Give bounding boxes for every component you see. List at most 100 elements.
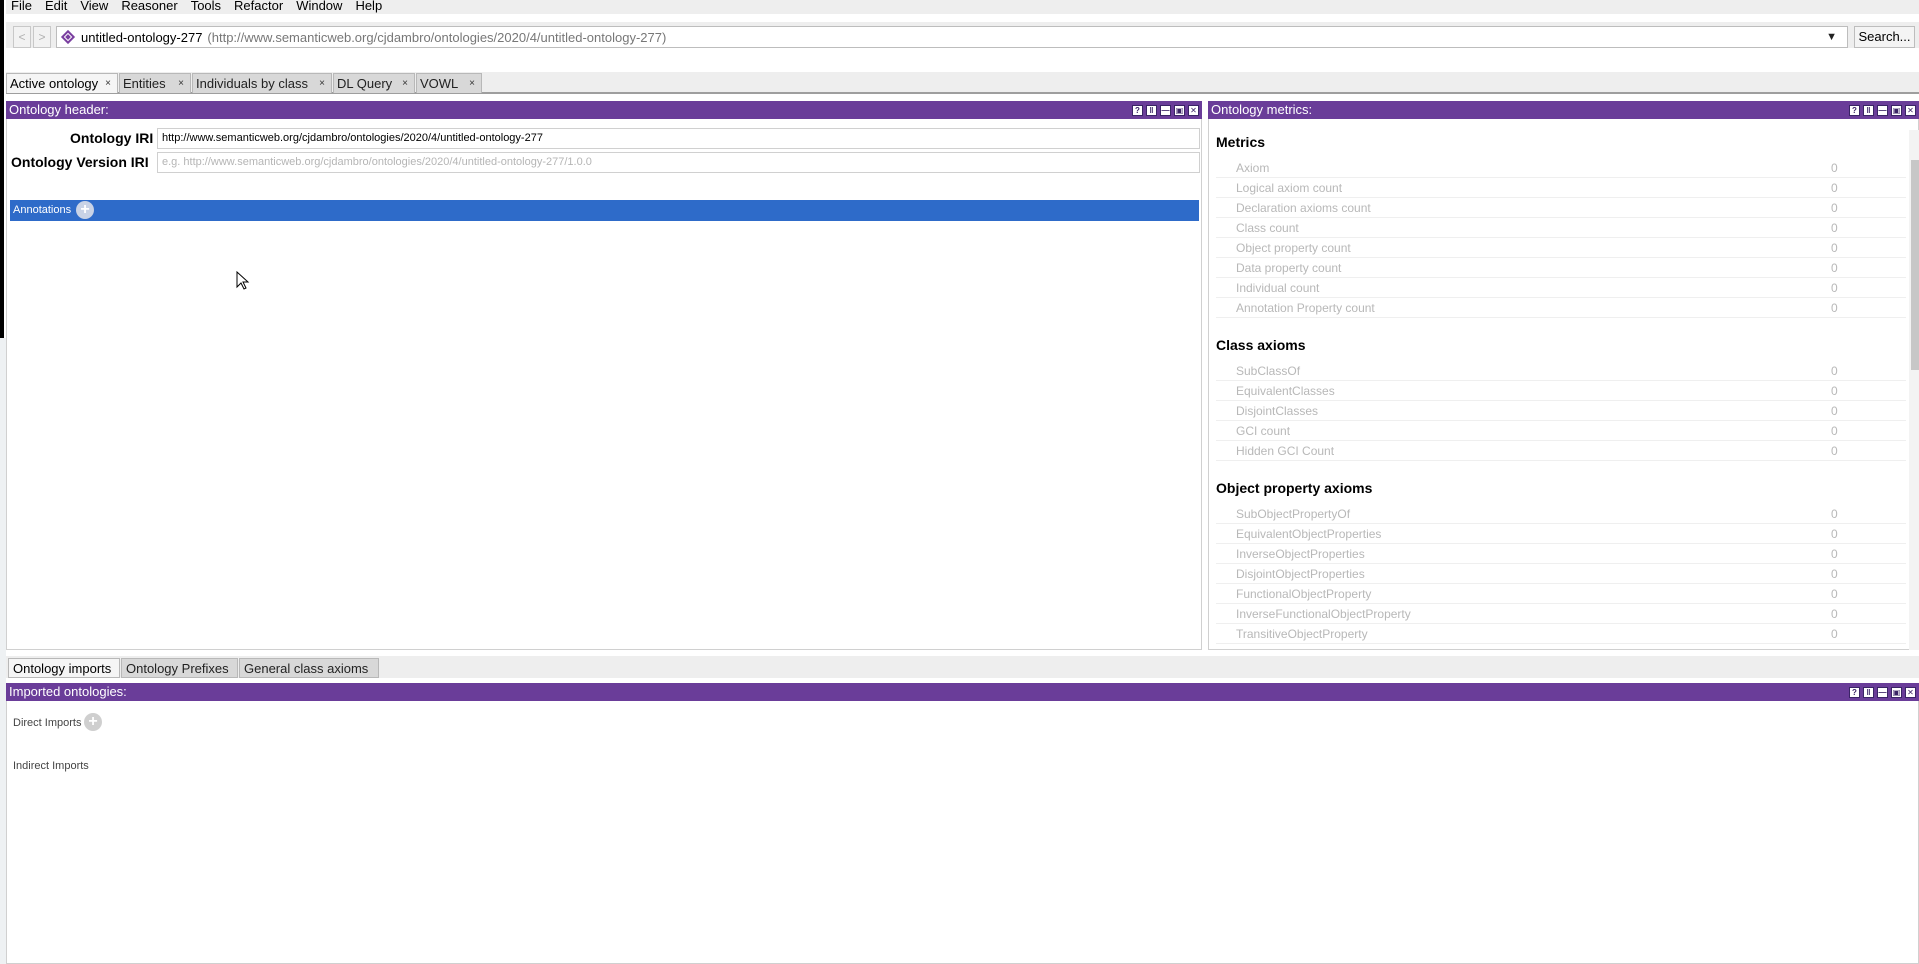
split-icon[interactable]: ‖ (1863, 105, 1874, 116)
menu-tools[interactable]: Tools (186, 0, 229, 12)
ontology-name: untitled-ontology-277 (81, 29, 203, 45)
minimize-icon[interactable]: — (1160, 105, 1171, 116)
close-icon[interactable]: ✕ (1188, 105, 1199, 116)
metric-label: GCI count (1236, 424, 1291, 438)
tab-ontology-prefixes[interactable]: Ontology Prefixes (121, 658, 238, 678)
split-icon[interactable]: ‖ (1146, 105, 1157, 116)
close-icon[interactable]: × (402, 74, 408, 93)
split-icon[interactable]: ‖ (1863, 687, 1874, 698)
menu-file[interactable]: File (6, 0, 40, 12)
menu-view[interactable]: View (75, 0, 116, 12)
tab-general-class-axioms[interactable]: General class axioms (239, 658, 379, 678)
minimize-icon[interactable]: — (1877, 687, 1888, 698)
tab-dl-query[interactable]: DL Query × (333, 73, 415, 93)
metric-row: TransitiveObjectProperty 0 (1216, 624, 1906, 644)
metric-row: FunctionalObjectProperty 0 (1216, 584, 1906, 604)
metric-row: DisjointClasses 0 (1216, 401, 1906, 421)
tab-entities[interactable]: Entities × (119, 73, 191, 93)
window-edge (0, 0, 4, 338)
bottom-tabs: Ontology imports Ontology Prefixes Gener… (6, 656, 1919, 678)
add-import-button[interactable]: + (84, 713, 102, 731)
menu-window[interactable]: Window (291, 0, 350, 12)
ontology-version-iri-field[interactable]: e.g. http://www.semanticweb.org/cjdambro… (157, 152, 1200, 173)
metric-row: Declaration axioms count 0 (1216, 198, 1906, 218)
tab-vowl[interactable]: VOWL × (416, 73, 482, 93)
metric-value: 0 (1831, 181, 1838, 195)
metric-label: Logical axiom count (1236, 181, 1343, 195)
metrics-scrollbar-thumb[interactable] (1911, 160, 1919, 370)
metric-row: Object property count 0 (1216, 238, 1906, 258)
metrics-list[interactable]: Metrics Axiom 0 Logical axiom count 0 Decl… (1208, 130, 1908, 650)
ontology-selector[interactable]: untitled-ontology-277 (http://www.semant… (56, 26, 1848, 48)
metric-label: Hidden GCI Count (1236, 444, 1335, 458)
maximize-icon[interactable]: ▣ (1891, 687, 1902, 698)
metric-label: DisjointClasses (1236, 404, 1319, 418)
metric-label: FunctionalObjectProperty (1236, 587, 1372, 601)
forward-button[interactable]: > (33, 26, 51, 48)
address-bar: < > untitled-ontology-277 (http://www.se… (6, 22, 1919, 48)
metric-label: InverseObjectProperties (1236, 547, 1365, 561)
menu-edit[interactable]: Edit (40, 0, 75, 12)
ontology-iri-label: Ontology IRI (70, 130, 154, 146)
direct-imports-label: Direct Imports (13, 717, 82, 729)
tab-active-ontology[interactable]: Active ontology × (6, 73, 118, 93)
menu-reasoner[interactable]: Reasoner (116, 0, 185, 12)
metric-value: 0 (1831, 161, 1838, 175)
metric-label: TransitiveObjectProperty (1236, 627, 1368, 641)
menu-help[interactable]: Help (350, 0, 390, 12)
help-icon[interactable]: ? (1849, 105, 1860, 116)
ontology-version-iri-label: Ontology Version IRI (11, 154, 149, 170)
metric-label: Object property count (1236, 241, 1351, 255)
metric-label: SubClassOf (1236, 364, 1301, 378)
metric-row: DisjointObjectProperties 0 (1216, 564, 1906, 584)
panel-controls: ? ‖ — ▣ ✕ (1132, 105, 1199, 116)
metric-value: 0 (1831, 261, 1838, 275)
metric-value: 0 (1831, 547, 1838, 561)
chevron-down-icon[interactable]: ▼ (1826, 31, 1837, 43)
close-icon[interactable]: × (469, 74, 475, 93)
close-icon[interactable]: × (105, 74, 111, 93)
metric-label: DisjointObjectProperties (1236, 567, 1365, 581)
ontology-iri-field[interactable]: http://www.semanticweb.org/cjdambro/onto… (157, 128, 1200, 149)
metric-label: SubObjectPropertyOf (1236, 507, 1351, 521)
section-title: Metrics (1216, 134, 1266, 150)
imported-ontologies-panel (6, 683, 1919, 964)
metric-value: 0 (1831, 424, 1838, 438)
close-icon[interactable]: ✕ (1905, 687, 1916, 698)
minimize-icon[interactable]: — (1877, 105, 1888, 116)
maximize-icon[interactable]: ▣ (1891, 105, 1902, 116)
help-icon[interactable]: ? (1132, 105, 1143, 116)
metric-value: 0 (1831, 364, 1838, 378)
metric-value: 0 (1831, 241, 1838, 255)
ontology-metrics-title-bar: Ontology metrics: ? ‖ — ▣ ✕ (1208, 101, 1919, 119)
panel-title: Imported ontologies: (9, 684, 127, 699)
imported-ontologies-title-bar: Imported ontologies: ? ‖ — ▣ ✕ (6, 683, 1919, 701)
metric-row: EquivalentObjectProperties 0 (1216, 524, 1906, 544)
metric-label: EquivalentClasses (1236, 384, 1335, 398)
metric-row: SubClassOf 0 (1216, 361, 1906, 381)
tab-ontology-imports[interactable]: Ontology imports (8, 658, 120, 678)
indirect-imports-label: Indirect Imports (13, 760, 89, 772)
metric-label: Data property count (1236, 261, 1342, 275)
mouse-cursor-icon (236, 271, 250, 290)
search-button[interactable]: Search... (1854, 26, 1915, 48)
metric-label: Declaration axioms count (1236, 201, 1371, 215)
ontology-iri: (http://www.semanticweb.org/cjdambro/ont… (207, 29, 667, 45)
metric-label: EquivalentObjectProperties (1236, 527, 1382, 541)
ontology-icon (60, 29, 76, 45)
maximize-icon[interactable]: ▣ (1174, 105, 1185, 116)
annotations-bar: Annotations + (10, 200, 1199, 221)
tab-individuals-by-class[interactable]: Individuals by class × (192, 73, 332, 93)
close-icon[interactable]: ✕ (1905, 105, 1916, 116)
protege-window: File Edit View Reasoner Tools Refactor W… (0, 0, 1919, 964)
close-icon[interactable]: × (178, 74, 184, 93)
help-icon[interactable]: ? (1849, 687, 1860, 698)
close-icon[interactable]: × (319, 74, 325, 93)
menu-refactor[interactable]: Refactor (229, 0, 291, 12)
metric-value: 0 (1831, 384, 1838, 398)
back-button[interactable]: < (13, 26, 31, 48)
add-annotation-button[interactable]: + (76, 201, 94, 219)
metric-value: 0 (1831, 221, 1838, 235)
tab-label: VOWL (420, 76, 459, 91)
metric-value: 0 (1831, 587, 1838, 601)
